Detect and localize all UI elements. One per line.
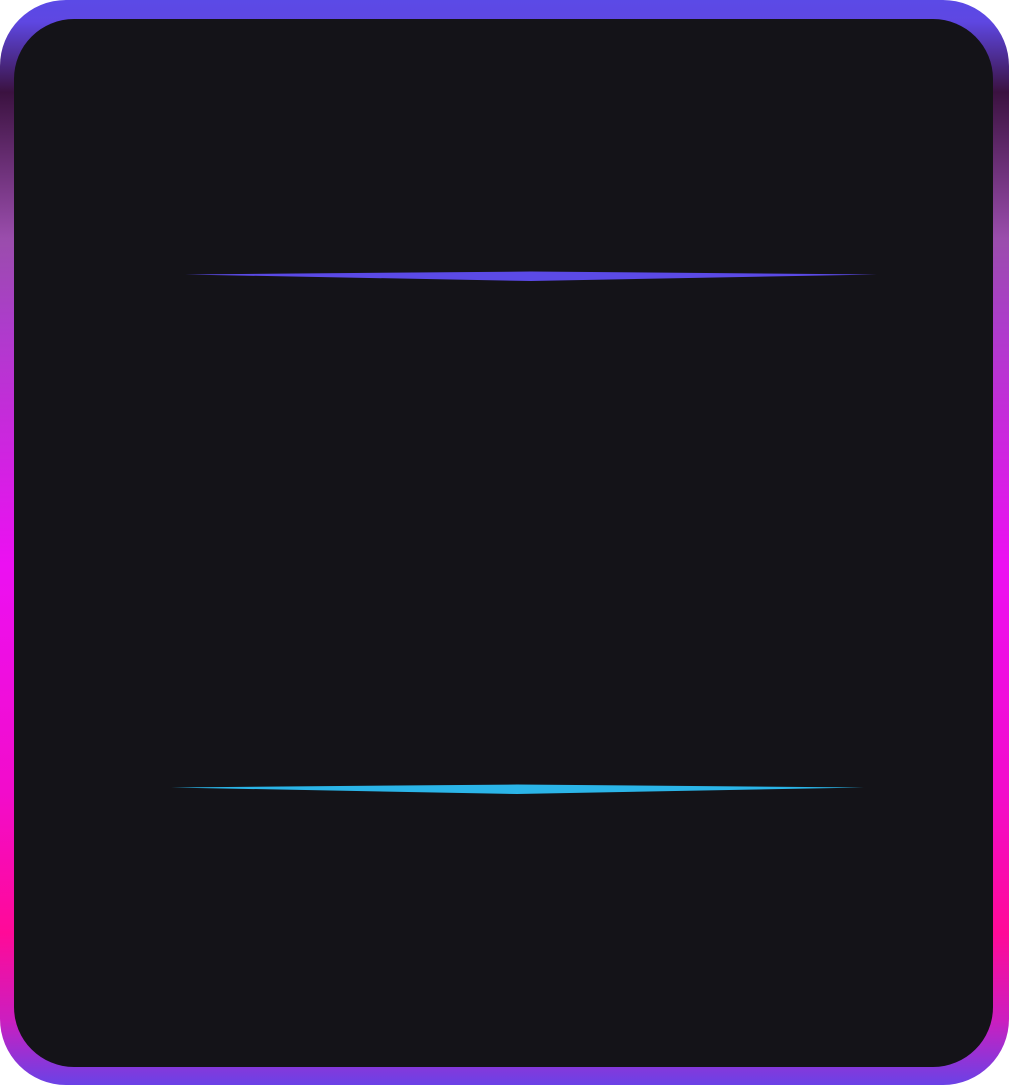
bottom-glow-divider (171, 784, 864, 794)
divider-layer (171, 271, 877, 794)
top-glow-divider (185, 271, 877, 281)
dark-content-panel (14, 19, 993, 1067)
